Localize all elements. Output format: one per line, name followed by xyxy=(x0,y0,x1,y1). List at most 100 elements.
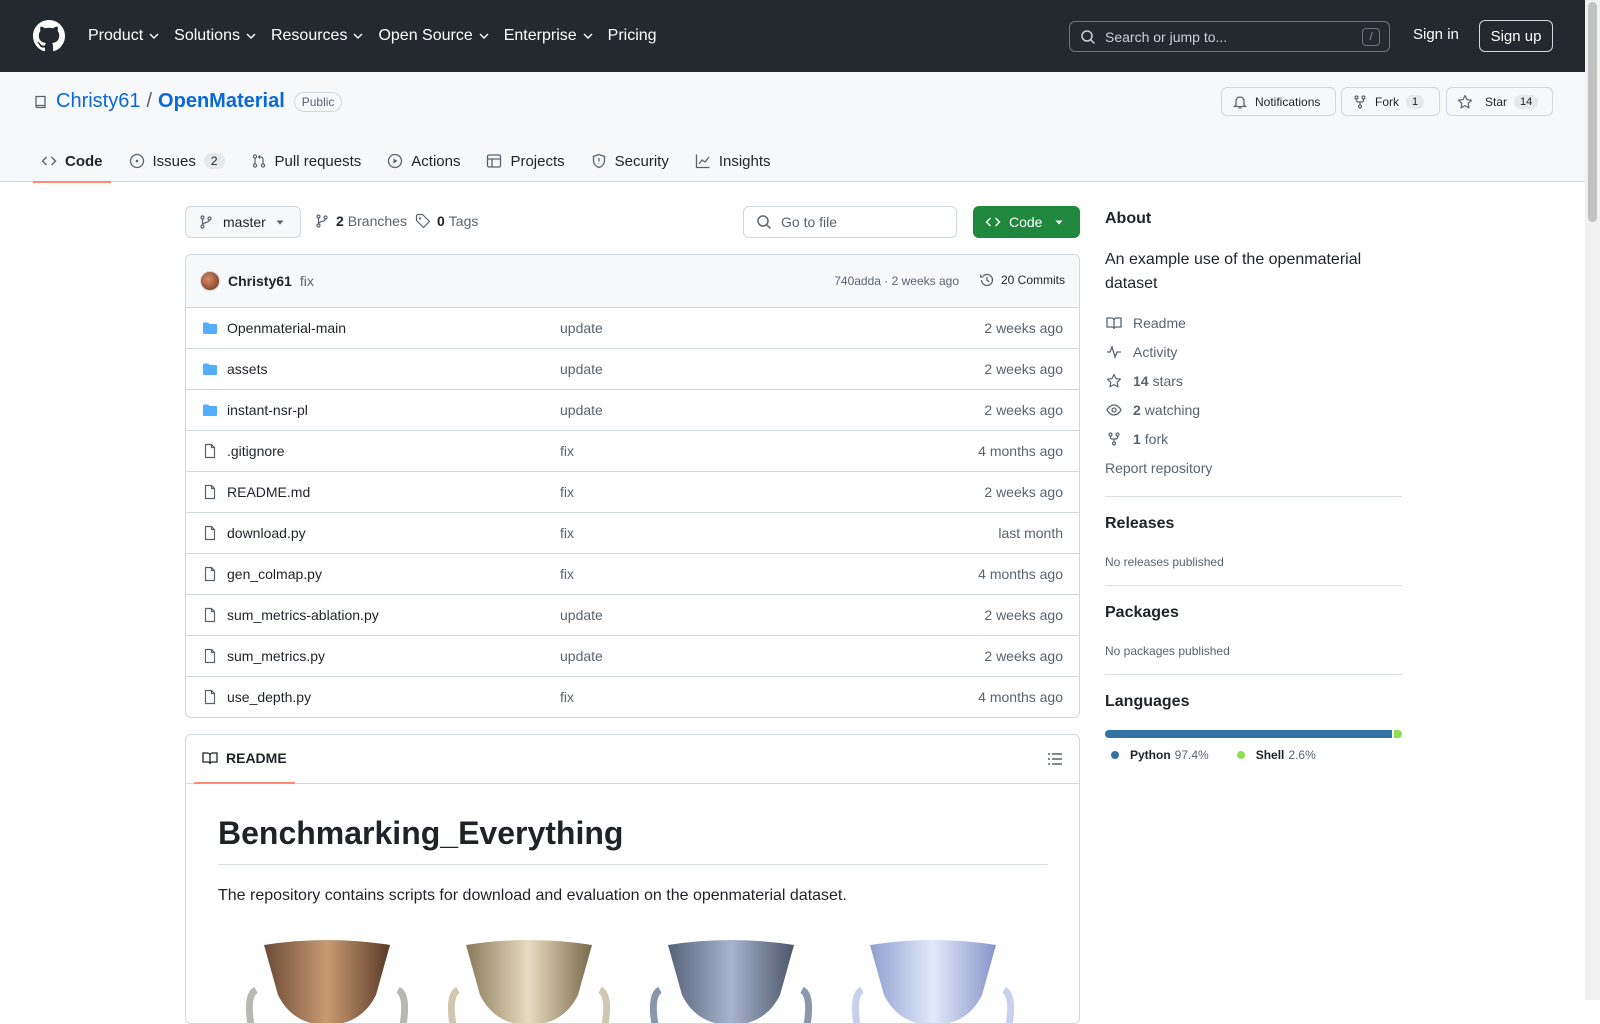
fork-button[interactable]: Fork 1 xyxy=(1341,87,1440,116)
caret-down-icon xyxy=(1055,220,1063,225)
file-commit-message-link[interactable]: fix xyxy=(560,443,574,459)
file-name-link[interactable]: download.py xyxy=(227,525,306,541)
file-icon xyxy=(204,566,216,582)
file-commit-message-link[interactable]: fix xyxy=(560,566,574,582)
shield-icon xyxy=(592,153,605,169)
nav-pricing[interactable]: Pricing xyxy=(608,27,657,45)
table-row[interactable]: assets update 2 weeks ago xyxy=(186,349,1079,390)
commits-history-link[interactable]: 20 Commits xyxy=(979,272,1065,288)
sidebar-divider xyxy=(1105,496,1402,497)
stars-link[interactable]: 14 stars xyxy=(1105,366,1402,395)
issue-icon xyxy=(129,153,144,169)
readme-link[interactable]: Readme xyxy=(1105,308,1402,337)
tab-actions[interactable]: Actions xyxy=(379,140,468,182)
github-logo-icon[interactable] xyxy=(33,20,65,52)
table-row[interactable]: download.py fix last month xyxy=(186,513,1079,554)
sidebar-divider xyxy=(1105,585,1402,586)
file-commit-message-link[interactable]: update xyxy=(560,607,603,623)
table-row[interactable]: README.md fix 2 weeks ago xyxy=(186,472,1079,513)
tags-label: Tags xyxy=(448,213,479,229)
tags-link[interactable]: 0 Tags xyxy=(415,213,478,229)
play-icon xyxy=(388,153,403,169)
search-icon xyxy=(757,215,772,230)
code-download-button[interactable]: Code xyxy=(973,206,1080,238)
folder-icon xyxy=(203,404,217,416)
file-name-link[interactable]: assets xyxy=(227,361,267,377)
star-label: Star xyxy=(1485,94,1508,109)
commits-count-label: 20 Commits xyxy=(1000,273,1065,287)
nav-open-source[interactable]: Open Source xyxy=(378,27,489,45)
chevron-down-icon xyxy=(353,33,363,39)
file-name-link[interactable]: instant-nsr-pl xyxy=(227,402,308,418)
repo-owner-link[interactable]: Christy61 xyxy=(56,90,140,113)
tab-code[interactable]: Code xyxy=(33,140,111,183)
watchers-link[interactable]: 2 watching xyxy=(1105,395,1402,424)
sign-in-link[interactable]: Sign in xyxy=(1413,26,1459,43)
nav-resources[interactable]: Resources xyxy=(271,27,364,45)
readme-tab[interactable]: README xyxy=(202,750,287,766)
chevron-down-icon xyxy=(246,33,256,39)
table-row[interactable]: .gitignore fix 4 months ago xyxy=(186,431,1079,472)
file-commit-message-link[interactable]: fix xyxy=(560,484,574,500)
forks-link[interactable]: 1 fork xyxy=(1105,424,1402,453)
commit-hash-time[interactable]: 740adda · 2 weeks ago xyxy=(834,274,959,288)
activity-link[interactable]: Activity xyxy=(1105,337,1402,366)
releases-heading[interactable]: Releases xyxy=(1105,515,1402,533)
commit-author-link[interactable]: Christy61 xyxy=(228,273,292,289)
file-name-link[interactable]: .gitignore xyxy=(227,443,285,459)
tab-pull-requests-label: Pull requests xyxy=(274,152,362,170)
table-row[interactable]: instant-nsr-pl update 2 weeks ago xyxy=(186,390,1079,431)
nav-solutions[interactable]: Solutions xyxy=(174,27,257,45)
commit-message-link[interactable]: fix xyxy=(300,273,314,289)
file-commit-message-link[interactable]: update xyxy=(560,320,603,336)
tab-pull-requests[interactable]: Pull requests xyxy=(243,140,370,182)
latest-commit-bar: Christy61 fix 740adda · 2 weeks ago 20 C… xyxy=(186,255,1079,308)
star-button[interactable]: Star 14 xyxy=(1446,87,1553,116)
nav-product[interactable]: Product xyxy=(88,27,160,45)
table-row[interactable]: sum_metrics.py update 2 weeks ago xyxy=(186,636,1079,677)
avatar[interactable] xyxy=(200,271,220,291)
notifications-button[interactable]: Notifications xyxy=(1221,87,1336,116)
branch-select-button[interactable]: master xyxy=(185,206,301,238)
file-commit-message-link[interactable]: update xyxy=(560,361,603,377)
file-icon-wrap xyxy=(202,607,218,623)
packages-heading[interactable]: Packages xyxy=(1105,604,1402,622)
table-row[interactable]: gen_colmap.py fix 4 months ago xyxy=(186,554,1079,595)
tab-insights[interactable]: Insights xyxy=(687,140,779,182)
file-name-link[interactable]: Openmaterial-main xyxy=(227,320,346,336)
nav-enterprise-label: Enterprise xyxy=(503,27,577,44)
list-unordered-icon[interactable] xyxy=(1047,751,1063,767)
file-commit-message-link[interactable]: fix xyxy=(560,525,574,541)
table-row[interactable]: sum_metrics-ablation.py update 2 weeks ago xyxy=(186,595,1079,636)
forks-label: fork xyxy=(1144,430,1169,447)
table-row[interactable]: use_depth.py fix 4 months ago xyxy=(186,677,1079,717)
file-commit-message-link[interactable]: fix xyxy=(560,689,574,705)
report-repository-link[interactable]: Report repository xyxy=(1105,453,1402,482)
star-icon xyxy=(1106,373,1122,387)
file-name-link[interactable]: sum_metrics-ablation.py xyxy=(227,607,379,623)
file-name-link[interactable]: use_depth.py xyxy=(227,689,311,705)
tag-icon xyxy=(415,213,431,229)
material-render-image xyxy=(851,940,1015,1023)
readme-panel: README Benchmarking_Everything The repos… xyxy=(185,734,1080,1024)
go-to-file-input[interactable]: Go to file xyxy=(743,206,957,238)
repo-name-link[interactable]: OpenMaterial xyxy=(158,90,285,113)
file-commit-message-link[interactable]: update xyxy=(560,402,603,418)
tab-issues[interactable]: Issues 2 xyxy=(121,140,233,182)
file-commit-message-link[interactable]: update xyxy=(560,648,603,664)
language-item[interactable]: Python 97.4% xyxy=(1111,748,1209,762)
file-name-link[interactable]: sum_metrics.py xyxy=(227,648,325,664)
language-item[interactable]: Shell 2.6% xyxy=(1236,748,1316,762)
nav-enterprise[interactable]: Enterprise xyxy=(504,27,594,45)
scrollbar-thumb[interactable] xyxy=(1588,2,1597,222)
tab-security[interactable]: Security xyxy=(583,140,677,182)
file-icon-wrap xyxy=(202,689,218,705)
sign-up-button[interactable]: Sign up xyxy=(1479,20,1553,52)
table-row[interactable]: Openmaterial-main update 2 weeks ago xyxy=(186,308,1079,349)
file-name-link[interactable]: gen_colmap.py xyxy=(227,566,322,582)
branches-link[interactable]: 2 Branches xyxy=(314,213,407,229)
file-commit-time: 4 months ago xyxy=(978,443,1063,459)
file-name-link[interactable]: README.md xyxy=(227,484,310,500)
tab-projects[interactable]: Projects xyxy=(478,140,572,182)
global-search-input[interactable]: Search or jump to... / xyxy=(1069,21,1390,52)
